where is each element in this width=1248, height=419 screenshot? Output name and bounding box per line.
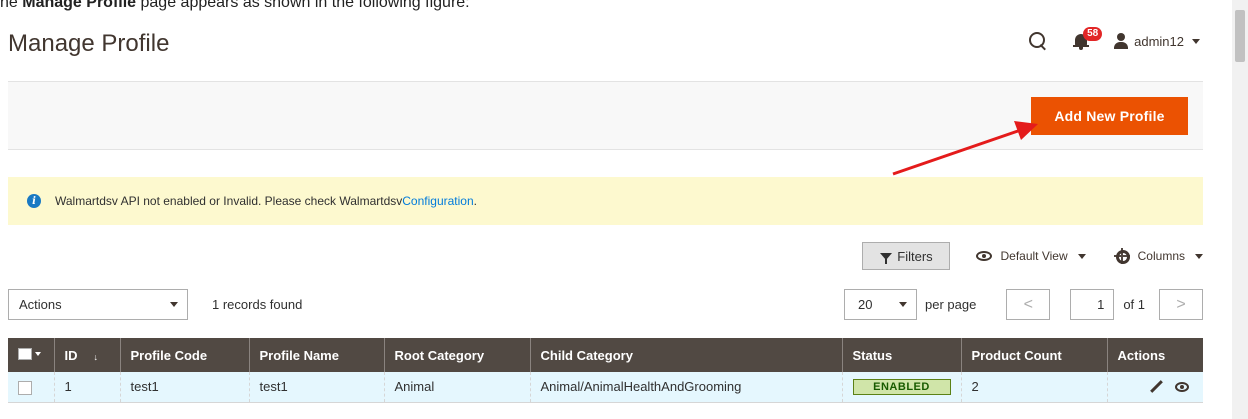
username: admin12: [1134, 33, 1184, 49]
configuration-link[interactable]: Configuration: [402, 194, 473, 208]
page-title: Manage Profile: [8, 30, 170, 57]
view-eye-icon[interactable]: [1175, 381, 1189, 392]
sort-arrow-icon: ↓: [93, 351, 99, 362]
user-icon: [1114, 33, 1129, 49]
records-count: 1 records found: [212, 297, 303, 312]
page-scrollbar[interactable]: [1232, 0, 1248, 419]
intro-text: he Manage Profile page appears as shown …: [0, 0, 470, 11]
chevron-down-icon: [898, 302, 907, 307]
column-header-product-count[interactable]: Product Count: [960, 338, 1107, 372]
notifications-bell-icon[interactable]: 58: [1073, 27, 1103, 51]
page-actions-bar: Add New Profile: [8, 81, 1203, 150]
gear-icon: [1113, 248, 1130, 264]
warning-notice: i Walmartdsv API not enabled or Invalid.…: [8, 177, 1203, 225]
column-header-status[interactable]: Status: [841, 338, 961, 372]
column-header-actions: Actions: [1106, 338, 1203, 372]
notification-count-badge: 58: [1083, 27, 1103, 41]
user-menu[interactable]: admin12: [1114, 33, 1200, 49]
cell-profile-name: test1: [248, 372, 384, 403]
column-header-root-category[interactable]: Root Category: [383, 338, 530, 372]
column-header-profile-name[interactable]: Profile Name: [248, 338, 384, 372]
mass-actions-select[interactable]: Actions: [8, 289, 188, 320]
page-number-input[interactable]: 1: [1070, 289, 1115, 320]
column-header-id[interactable]: ID ↓: [53, 338, 120, 372]
column-header-profile-code[interactable]: Profile Code: [119, 338, 249, 372]
chevron-down-icon: [1192, 38, 1200, 44]
header-actions: 58 admin12: [1028, 27, 1200, 54]
cell-child-category: Animal/AnimalHealthAndGrooming: [529, 372, 842, 403]
eye-icon: [976, 251, 993, 261]
column-header-child-category[interactable]: Child Category: [529, 338, 842, 372]
search-icon[interactable]: [1028, 31, 1048, 51]
cell-id: 1: [53, 372, 120, 403]
info-icon: i: [27, 194, 41, 208]
table-row[interactable]: 1 test1 test1 Animal Animal/AnimalHealth…: [8, 372, 1203, 403]
profiles-table: ID ↓ Profile Code Profile Name Root Categ…: [8, 338, 1203, 403]
filters-button[interactable]: Filters: [862, 242, 951, 270]
per-page-select[interactable]: 20: [843, 289, 917, 320]
cell-product-count: 2: [960, 372, 1107, 403]
grid-toolbar: Filters Default View Columns: [862, 242, 1203, 270]
chevron-down-icon: [35, 351, 41, 356]
funnel-icon: [880, 252, 893, 264]
page-total: of 1: [1123, 297, 1145, 312]
prev-page-button[interactable]: <: [1006, 289, 1051, 320]
per-page-label: per page: [924, 297, 977, 312]
select-all-checkbox[interactable]: [18, 347, 32, 360]
select-all-header[interactable]: [8, 338, 54, 372]
edit-pencil-icon[interactable]: [1149, 380, 1163, 394]
chevron-down-icon: [170, 302, 178, 307]
default-view-dropdown[interactable]: Default View: [976, 249, 1086, 263]
chevron-down-icon: [1195, 253, 1203, 259]
columns-dropdown[interactable]: Columns: [1113, 248, 1203, 264]
pager: 20 per page < 1 of 1 >: [843, 289, 1203, 320]
status-badge: ENABLED: [852, 379, 951, 396]
chevron-down-icon: [1077, 253, 1086, 259]
scrollbar-thumb[interactable]: [1235, 10, 1245, 62]
notice-text: Walmartdsv API not enabled or Invalid. P…: [55, 194, 403, 208]
row-checkbox[interactable]: [18, 380, 32, 395]
next-page-button[interactable]: >: [1159, 289, 1203, 320]
cell-root-category: Animal: [383, 372, 530, 403]
add-new-profile-button[interactable]: Add New Profile: [1031, 97, 1188, 135]
cell-profile-code: test1: [119, 372, 249, 403]
